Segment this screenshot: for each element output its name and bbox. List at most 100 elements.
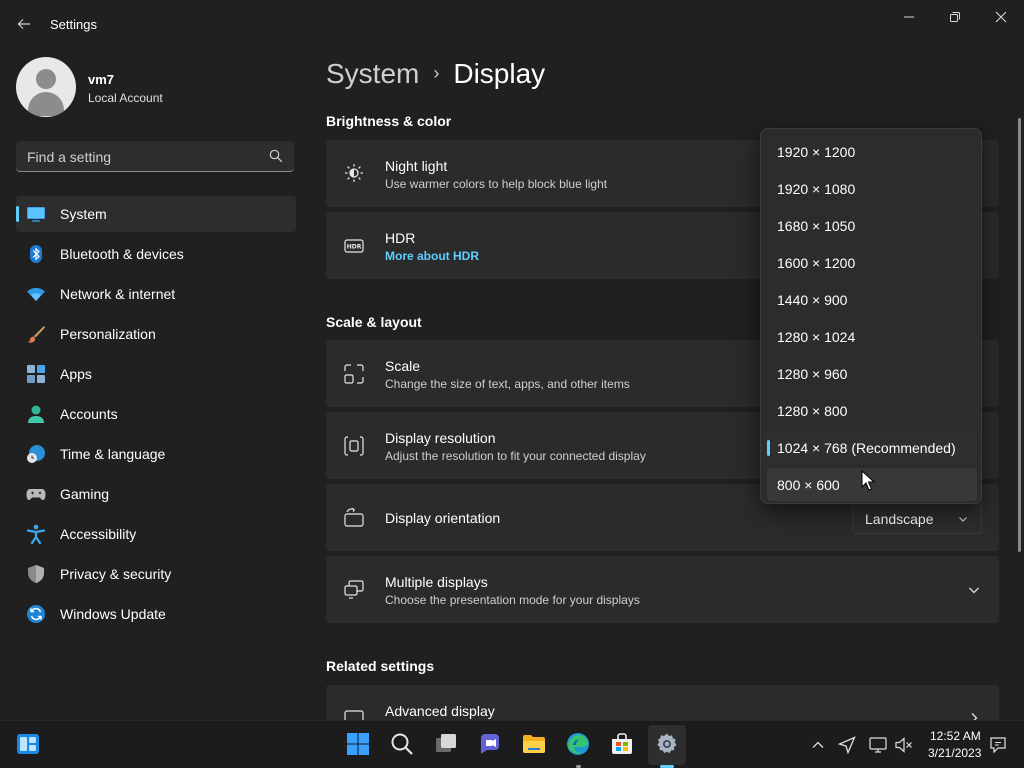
breadcrumb: System › Display [326,58,545,90]
sidebar-item-network[interactable]: Network & internet [16,276,296,312]
advanced-display-title: Advanced display [385,703,495,719]
monitor-icon [344,710,364,720]
resolution-option-selected[interactable]: 1024 × 768 (Recommended) [767,431,977,464]
clock-date[interactable]: 3/21/2023 [928,746,981,760]
search-icon[interactable] [390,732,414,756]
volume-muted-icon[interactable] [895,736,913,754]
resolution-option[interactable]: 1920 × 1080 [767,172,977,205]
apps-icon [27,365,45,383]
multiple-displays-card[interactable]: Multiple displays Choose the presentatio… [326,556,999,623]
chevron-down-icon [959,517,967,522]
scale-icon [344,364,364,384]
resolution-option[interactable]: 1680 × 1050 [767,209,977,242]
restore-icon [950,12,960,22]
brush-icon [27,326,45,343]
sidebar-item-privacy[interactable]: Privacy & security [16,556,296,592]
minimize-button[interactable] [889,6,929,28]
sidebar-item-system[interactable]: System [16,196,296,232]
scale-title: Scale [385,358,421,374]
resolution-option[interactable]: 1600 × 1200 [767,246,977,279]
accessibility-icon [26,524,46,544]
resolution-option-label: 1920 × 1080 [777,181,856,197]
sidebar-item-accounts[interactable]: Accounts [16,396,296,432]
hdr-icon: HDR [344,239,364,253]
sidebar-item-label: Privacy & security [60,566,172,582]
widgets-icon[interactable] [16,732,40,756]
notification-icon[interactable] [989,736,1007,754]
resolution-dropdown-list: 1920 × 1200 1920 × 1080 1680 × 1050 1600… [760,128,982,504]
task-view-icon[interactable] [434,732,458,756]
sidebar-item-personalization[interactable]: Personalization [16,316,296,352]
sidebar-item-gaming[interactable]: Gaming [16,476,296,512]
location-icon[interactable] [838,736,856,754]
resolution-option[interactable]: 1440 × 900 [767,283,977,316]
clock-time[interactable]: 12:52 AM [930,729,981,743]
app-title: Settings [50,17,97,32]
settings-icon[interactable] [655,732,679,756]
sidebar-item-label: Time & language [60,446,166,462]
section-scale-layout: Scale & layout [326,314,422,330]
gamepad-icon [26,489,46,500]
sidebar-item-label: System [60,206,107,222]
account-icon [28,405,44,423]
advanced-display-card[interactable]: Advanced display [326,685,999,720]
resolution-option-label: 1280 × 800 [777,403,848,419]
orientation-dropdown[interactable]: Landscape [852,502,982,534]
sidebar-item-time-language[interactable]: Time & language [16,436,296,472]
multiple-displays-title: Multiple displays [385,574,488,590]
wifi-icon [27,287,45,301]
scrollbar[interactable] [1018,118,1021,552]
chevron-right-icon [971,713,978,720]
chevron-up-icon[interactable] [810,737,826,753]
sidebar-item-apps[interactable]: Apps [16,356,296,392]
restore-button[interactable] [935,6,975,28]
resolution-option-label: 1680 × 1050 [777,218,856,234]
back-arrow-icon [17,19,30,29]
night-light-title: Night light [385,158,448,174]
search-icon [269,149,283,163]
back-button[interactable] [12,12,36,36]
multiple-displays-icon [344,580,364,599]
breadcrumb-parent[interactable]: System [326,58,419,89]
resolution-option-label: 1024 × 768 (Recommended) [777,440,956,456]
sidebar-item-accessibility[interactable]: Accessibility [16,516,296,552]
resolution-icon [344,436,364,456]
close-icon [995,11,1007,23]
sidebar-item-label: Accessibility [60,526,137,542]
resolution-option-label: 1280 × 1024 [777,329,856,345]
store-icon[interactable] [610,732,634,756]
resolution-option-label: 1920 × 1200 [777,144,856,160]
search-input[interactable]: Find a setting [16,141,294,172]
sidebar-item-label: Windows Update [60,606,166,622]
section-related-settings: Related settings [326,658,435,674]
sidebar-item-windows-update[interactable]: Windows Update [16,596,296,632]
user-profile[interactable]: vm7 Local Account [16,57,296,117]
hdr-link[interactable]: More about HDR [385,249,479,263]
user-name: vm7 [88,72,115,87]
svg-text:HDR: HDR [347,244,362,251]
search-placeholder: Find a setting [27,149,112,165]
close-button[interactable] [981,6,1021,28]
resolution-option[interactable]: 1280 × 960 [767,357,977,390]
mouse-cursor-icon [861,470,875,491]
resolution-option-label: 800 × 600 [777,477,840,493]
chevron-down-icon[interactable] [967,583,981,597]
section-brightness-color: Brightness & color [326,113,452,129]
resolution-option[interactable]: 1280 × 800 [767,394,977,427]
teams-chat-icon[interactable] [478,732,502,756]
orientation-title: Display orientation [385,510,501,526]
scale-subtitle: Change the size of text, apps, and other… [385,377,630,391]
edge-icon[interactable] [566,732,590,756]
account-type: Local Account [88,91,163,105]
resolution-option[interactable]: 1920 × 1200 [767,135,977,168]
page-title: Display [453,58,546,89]
avatar [16,57,76,117]
resolution-option-label: 1440 × 900 [777,292,848,308]
sidebar-item-label: Network & internet [60,286,176,302]
network-monitor-icon[interactable] [869,736,887,754]
resolution-option[interactable]: 1280 × 1024 [767,320,977,353]
hdr-title: HDR [385,230,416,246]
sidebar-item-bluetooth[interactable]: Bluetooth & devices [16,236,296,272]
start-icon[interactable] [346,732,370,756]
file-explorer-icon[interactable] [522,732,546,756]
